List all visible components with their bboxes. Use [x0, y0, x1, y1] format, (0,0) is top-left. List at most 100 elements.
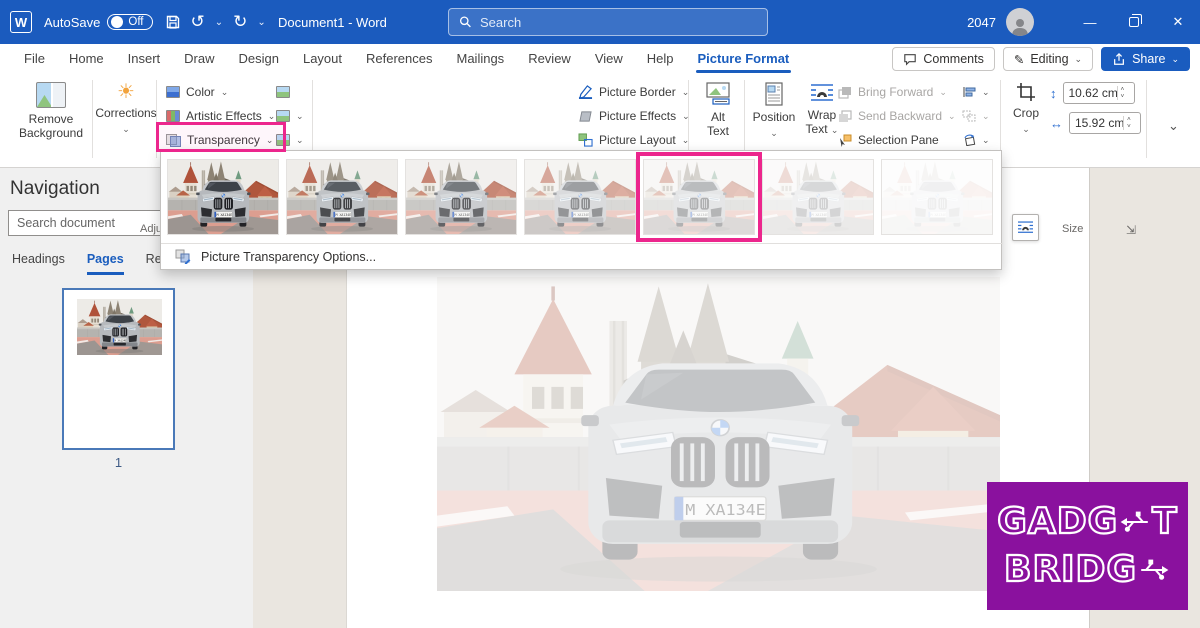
menu-separator: [161, 243, 1003, 244]
crop-label: Crop: [1013, 106, 1039, 120]
picture-border-button[interactable]: Picture Border ⌄: [578, 82, 689, 102]
search-input[interactable]: [480, 15, 757, 30]
close-button[interactable]: ✕: [1156, 0, 1200, 44]
corrections-chevron-icon: ⌄: [122, 124, 130, 135]
picture-layout-button[interactable]: Picture Layout ⌄: [578, 130, 689, 150]
title-bar: W AutoSave Off ↺ ⌄ ↻ ⌄ Document1 - Word: [0, 0, 1200, 44]
navigation-pane-title: Navigation: [10, 178, 100, 200]
tab-view[interactable]: View: [583, 44, 635, 74]
tab-picture-format[interactable]: Picture Format: [686, 44, 802, 74]
picture-effects-chevron-icon: ⌄: [682, 111, 690, 122]
compress-pictures-button[interactable]: [276, 82, 290, 102]
crop-icon: [1016, 82, 1036, 102]
tab-insert[interactable]: Insert: [116, 44, 173, 74]
transparency-preset-80pct[interactable]: [762, 159, 874, 235]
send-backward-icon: [838, 110, 852, 123]
align-icon: [962, 86, 976, 98]
document-picture[interactable]: [437, 277, 1000, 591]
corrections-button[interactable]: ☀ Corrections ⌄: [100, 82, 152, 135]
collapse-ribbon-chevron-icon[interactable]: ⌄: [1168, 118, 1179, 134]
color-chevron-icon: ⌄: [221, 87, 229, 98]
account-label[interactable]: 2047: [967, 15, 996, 30]
comments-button[interactable]: Comments: [892, 47, 994, 71]
size-dialog-launcher[interactable]: ⇲: [1126, 223, 1136, 237]
align-objects-button[interactable]: ⌄: [962, 82, 990, 102]
artistic-effects-chevron-icon: ⌄: [268, 111, 276, 122]
editing-mode-button[interactable]: ✎ Editing ⌄: [1003, 47, 1093, 71]
editing-label: Editing: [1030, 52, 1068, 66]
autosave-toggle[interactable]: Off: [107, 14, 152, 30]
width-spinner[interactable]: ˄˅: [1123, 116, 1134, 130]
remove-background-button[interactable]: Remove Background: [16, 82, 86, 140]
transparency-preset-15pct[interactable]: [286, 159, 398, 235]
shape-height-control[interactable]: ↕ ˄˅: [1050, 83, 1135, 103]
color-label: Color: [186, 85, 215, 99]
alt-text-button[interactable]: AltText: [696, 82, 740, 138]
share-button[interactable]: Share ⌄: [1101, 47, 1190, 71]
picture-border-chevron-icon: ⌄: [682, 87, 690, 98]
crop-button[interactable]: Crop ⌄: [1008, 82, 1044, 135]
autosave-state: Off: [128, 16, 143, 28]
bring-forward-button: Bring Forward ⌄: [838, 82, 947, 102]
tab-file[interactable]: File: [12, 44, 57, 74]
word-app-icon[interactable]: W: [10, 11, 32, 33]
transparency-preset-95pct[interactable]: [881, 159, 993, 235]
transparency-preset-0pct[interactable]: [167, 159, 279, 235]
transparency-preset-65pct[interactable]: [643, 159, 755, 235]
toolbar-more-chevron-icon[interactable]: ⌄: [257, 17, 265, 28]
account-avatar[interactable]: [1006, 8, 1034, 36]
nav-tab-headings[interactable]: Headings: [12, 252, 65, 275]
transparency-presets-row: [167, 159, 993, 235]
word-application-window: W AutoSave Off ↺ ⌄ ↻ ⌄ Document1 - Word: [0, 0, 1200, 628]
tab-design[interactable]: Design: [227, 44, 291, 74]
page-1-thumbnail[interactable]: [62, 288, 175, 450]
shape-width-control[interactable]: ↔ ˄˅: [1050, 113, 1141, 133]
tab-layout[interactable]: Layout: [291, 44, 354, 74]
selection-pane-icon: [838, 134, 852, 147]
size-group-label: Size: [1062, 223, 1083, 235]
align-chevron-icon: ⌄: [982, 87, 990, 98]
picture-transparency-options-item[interactable]: Picture Transparency Options...: [175, 249, 376, 264]
save-icon[interactable]: [165, 14, 181, 30]
tab-mailings[interactable]: Mailings: [445, 44, 517, 74]
usb-icon: [1119, 507, 1151, 537]
comment-icon: [903, 53, 917, 66]
height-input[interactable]: [1069, 86, 1117, 100]
tab-references[interactable]: References: [354, 44, 444, 74]
transparency-preset-30pct[interactable]: [405, 159, 517, 235]
selection-pane-button[interactable]: Selection Pane: [838, 130, 939, 150]
artistic-effects-label: Artistic Effects: [186, 109, 262, 123]
color-button[interactable]: Color ⌄: [166, 82, 228, 102]
tab-review[interactable]: Review: [516, 44, 583, 74]
layout-options-button[interactable]: [1012, 214, 1039, 241]
redo-icon[interactable]: ↻: [233, 12, 247, 32]
rotate-objects-button[interactable]: ⌄: [962, 130, 990, 150]
minimize-button[interactable]: —: [1068, 0, 1112, 44]
position-button[interactable]: Position ⌄: [752, 82, 796, 139]
position-icon: [764, 82, 784, 106]
height-spinner[interactable]: ˄˅: [1117, 86, 1128, 100]
rotate-icon: [962, 134, 976, 146]
autosave-control[interactable]: AutoSave Off: [44, 14, 153, 30]
artistic-effects-icon: [166, 110, 180, 122]
picture-effects-button[interactable]: Picture Effects ⌄: [578, 106, 690, 126]
tab-home[interactable]: Home: [57, 44, 116, 74]
watermark-text-3: BRIDG: [1004, 546, 1137, 594]
alt-text-label-1: Alt: [711, 110, 725, 124]
transparency-preset-50pct[interactable]: [524, 159, 636, 235]
picture-transparency-options-icon: [175, 249, 191, 264]
width-input[interactable]: [1075, 116, 1123, 130]
tab-help[interactable]: Help: [635, 44, 686, 74]
thumbnail-image: [77, 299, 162, 355]
share-label: Share: [1132, 52, 1165, 66]
remove-background-icon: [36, 82, 66, 108]
undo-chevron-icon[interactable]: ⌄: [215, 17, 223, 28]
remove-background-label: Remove Background: [16, 112, 86, 140]
tab-draw[interactable]: Draw: [172, 44, 226, 74]
undo-icon[interactable]: ↺: [191, 12, 205, 32]
group-chevron-icon: ⌄: [982, 111, 990, 122]
restore-button[interactable]: [1112, 0, 1156, 44]
picture-border-icon: [578, 85, 593, 99]
nav-tab-pages[interactable]: Pages: [87, 252, 124, 275]
search-box[interactable]: [448, 8, 768, 36]
